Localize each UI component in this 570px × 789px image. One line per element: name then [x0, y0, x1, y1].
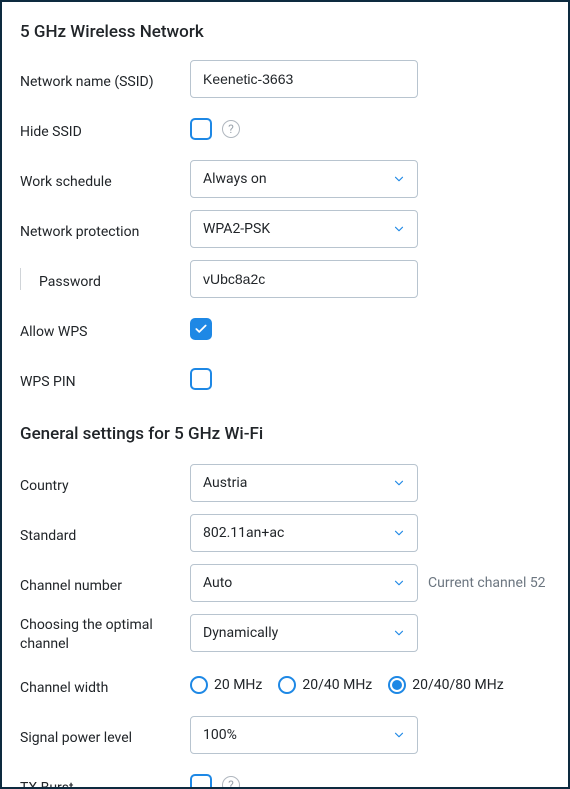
label-allow-wps: Allow WPS — [20, 318, 190, 340]
country-value: Austria — [203, 475, 247, 491]
help-icon[interactable]: ? — [222, 776, 240, 789]
chevron-down-icon — [391, 525, 407, 541]
label-protection: Network protection — [20, 218, 190, 240]
label-wps-pin: WPS PIN — [20, 368, 190, 390]
label-power: Signal power level — [20, 724, 190, 746]
radio-label: 20/40 MHz — [302, 677, 372, 693]
allow-wps-checkbox[interactable] — [190, 318, 212, 340]
channel-width-option-0[interactable]: 20 MHz — [190, 676, 262, 694]
password-input[interactable] — [190, 260, 418, 298]
channel-width-option-2[interactable]: 20/40/80 MHz — [388, 676, 503, 694]
power-value: 100% — [203, 727, 237, 743]
chevron-down-icon — [391, 171, 407, 187]
channel-number-select[interactable]: Auto — [190, 564, 418, 602]
tx-burst-checkbox[interactable] — [190, 774, 212, 789]
label-hide-ssid: Hide SSID — [20, 118, 190, 140]
ssid-input[interactable] — [190, 60, 418, 98]
protection-value: WPA2-PSK — [203, 221, 270, 237]
optimal-channel-value: Dynamically — [203, 625, 278, 641]
schedule-select[interactable]: Always on — [190, 160, 418, 198]
standard-value: 802.11an+ac — [203, 525, 284, 541]
chevron-down-icon — [391, 727, 407, 743]
label-standard: Standard — [20, 522, 190, 544]
power-select[interactable]: 100% — [190, 716, 418, 754]
chevron-down-icon — [391, 575, 407, 591]
radio-label: 20 MHz — [214, 677, 262, 693]
current-channel-text: Current channel 52 — [428, 575, 546, 591]
channel-width-option-1[interactable]: 20/40 MHz — [278, 676, 372, 694]
chevron-down-icon — [391, 221, 407, 237]
protection-select[interactable]: WPA2-PSK — [190, 210, 418, 248]
channel-number-value: Auto — [203, 575, 232, 591]
help-icon[interactable]: ? — [222, 120, 240, 138]
section-title-wireless: 5 GHz Wireless Network — [20, 22, 550, 42]
chevron-down-icon — [391, 475, 407, 491]
standard-select[interactable]: 802.11an+ac — [190, 514, 418, 552]
label-password: Password — [20, 268, 190, 290]
label-schedule: Work schedule — [20, 168, 190, 190]
radio-label: 20/40/80 MHz — [412, 677, 503, 693]
wps-pin-checkbox[interactable] — [190, 368, 212, 390]
label-channel-number: Channel number — [20, 572, 190, 594]
chevron-down-icon — [391, 625, 407, 641]
label-optimal-channel: Choosing the optimal channel — [20, 614, 190, 654]
channel-width-radio-group: 20 MHz 20/40 MHz 20/40/80 MHz — [190, 676, 504, 694]
schedule-value: Always on — [203, 171, 267, 187]
section-title-general: General settings for 5 GHz Wi-Fi — [20, 424, 550, 444]
label-channel-width: Channel width — [20, 674, 190, 696]
label-tx-burst: TX Burst — [20, 774, 190, 789]
label-country: Country — [20, 472, 190, 494]
country-select[interactable]: Austria — [190, 464, 418, 502]
hide-ssid-checkbox[interactable] — [190, 118, 212, 140]
optimal-channel-select[interactable]: Dynamically — [190, 614, 418, 652]
label-ssid: Network name (SSID) — [20, 68, 190, 90]
